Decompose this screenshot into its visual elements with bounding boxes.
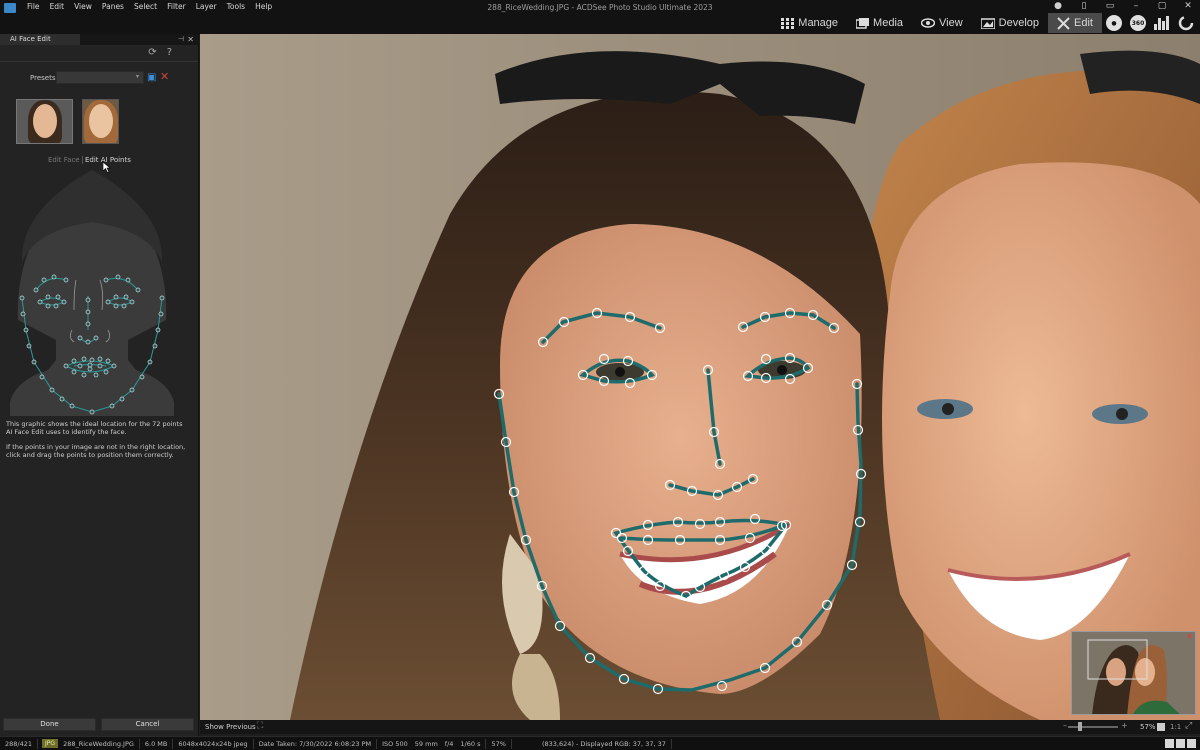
- chevron-down-icon: ▾: [135, 73, 139, 80]
- histogram-icon[interactable]: [1154, 16, 1170, 30]
- media-icon: [856, 17, 870, 29]
- status-dimensions: 6048x4024x24b jpeg: [173, 738, 254, 749]
- face-landmark-diagram: [10, 170, 174, 416]
- done-button[interactable]: Done: [3, 718, 96, 731]
- help-text-line-2: If the points in your image are not in t…: [6, 443, 186, 459]
- tab-edit-label: Edit: [1074, 17, 1093, 29]
- viewer-toolbar: Show Previous ⛶ – + 57% 1:1 ⤢: [200, 720, 1200, 734]
- status-focal: 59 mm: [414, 739, 438, 748]
- window-title: 288_RiceWedding.JPG - ACDSee Photo Studi…: [487, 3, 713, 12]
- status-date-taken: Date Taken: 7/30/2022 6:08:23 PM: [254, 738, 378, 749]
- title-bar: File Edit View Panes Select Filter Layer…: [0, 0, 1200, 34]
- cancel-button[interactable]: Cancel: [101, 718, 194, 731]
- maximize-icon[interactable]: ▢: [1156, 1, 1168, 11]
- save-preset-icon[interactable]: ▣: [147, 72, 156, 83]
- image-viewer[interactable]: ✕: [200, 34, 1200, 720]
- tab-media-label: Media: [873, 17, 904, 29]
- tab-media[interactable]: Media: [847, 13, 912, 33]
- zoom-out-icon[interactable]: –: [1063, 721, 1067, 730]
- minimize-icon[interactable]: –: [1130, 1, 1142, 11]
- panel-close-icon[interactable]: ✕: [187, 34, 194, 45]
- status-filesize: 6.0 MB: [140, 738, 174, 749]
- tab-manage-label: Manage: [798, 17, 839, 29]
- edit-face-link[interactable]: Edit Face: [48, 156, 80, 164]
- file-format-badge: JPG: [42, 739, 59, 748]
- panel-tab-ai-face-edit[interactable]: AI Face Edit: [0, 34, 80, 45]
- photo-canvas: [200, 34, 1200, 720]
- status-iso: ISO 500: [382, 739, 408, 748]
- presets-label: Presets: [30, 74, 56, 82]
- pin-icon[interactable]: ⊣: [178, 34, 184, 45]
- thumb-face: [32, 104, 57, 138]
- status-pixel-info: (833,624) - Displayed RGB: 37, 37, 37: [512, 738, 672, 749]
- status-shutter: 1/60 s: [455, 738, 487, 749]
- help-text: This graphic shows the ideal location fo…: [6, 420, 190, 466]
- navigator-preview: [1072, 632, 1195, 714]
- zoom-in-icon[interactable]: +: [1121, 721, 1128, 730]
- status-zoom: 57%: [486, 738, 512, 749]
- actual-size-button[interactable]: 1:1: [1170, 723, 1181, 731]
- status-index: 288/421: [0, 738, 39, 749]
- face-thumbnail-1[interactable]: [16, 99, 73, 144]
- reset-icon[interactable]: ⟳: [148, 47, 156, 58]
- sidebar-icon[interactable]: ▯: [1078, 1, 1090, 11]
- zoom-slider[interactable]: [1068, 726, 1118, 728]
- grid-view-icon[interactable]: [1165, 739, 1174, 748]
- zoom-slider-handle[interactable]: [1078, 722, 1082, 731]
- thumb-face: [88, 104, 113, 138]
- fit-screen-icon[interactable]: ⛶: [257, 721, 263, 731]
- show-previous-button[interactable]: Show Previous: [205, 723, 256, 731]
- info-icon[interactable]: [1176, 739, 1185, 748]
- status-filename: 288_RiceWedding.JPG: [58, 738, 140, 749]
- window-controls: ● ▯ ▭ – ▢ ✕: [1052, 1, 1194, 11]
- face-thumbnail-2[interactable]: [82, 99, 119, 144]
- help-text-line-1: This graphic shows the ideal location fo…: [6, 420, 183, 436]
- edit-tools-icon: [1057, 16, 1070, 30]
- ai-face-edit-panel: AI Face Edit ⊣ ✕ ⟳ ? Presets ▾ ▣ ✕ Edit …: [0, 34, 199, 736]
- refresh-mode-icon[interactable]: [1178, 15, 1194, 31]
- tab-develop-label: Develop: [998, 17, 1040, 29]
- user-icon[interactable]: ●: [1052, 1, 1064, 11]
- status-icons: [1165, 739, 1196, 748]
- navigator-close-icon[interactable]: ✕: [1186, 632, 1193, 641]
- tab-edit[interactable]: Edit: [1048, 13, 1102, 33]
- status-bar: 288/421 JPG 288_RiceWedding.JPG 6.0 MB 6…: [0, 736, 1200, 750]
- people-icon[interactable]: ●: [1106, 15, 1122, 31]
- zoom-dropdown[interactable]: [1157, 723, 1165, 731]
- zoom-level: 57%: [1140, 723, 1156, 731]
- 360-icon[interactable]: 360: [1130, 15, 1146, 31]
- panel-tab-bar: AI Face Edit ⊣ ✕: [0, 34, 198, 45]
- check-icon[interactable]: [1187, 739, 1196, 748]
- navigator-thumbnail[interactable]: ✕: [1071, 631, 1196, 715]
- expand-icon[interactable]: ⤢: [1185, 721, 1192, 731]
- close-icon[interactable]: ✕: [1182, 1, 1194, 11]
- tab-view[interactable]: View: [912, 13, 972, 33]
- mode-tabs: Manage Media View Develop Edit ● 360: [772, 13, 1200, 33]
- divider: [0, 61, 198, 62]
- tab-develop[interactable]: Develop: [972, 13, 1048, 33]
- grid-icon: [781, 17, 795, 29]
- eye-icon: [921, 18, 936, 28]
- delete-preset-icon[interactable]: ✕: [160, 70, 169, 83]
- panel-tools: ⟳ ?: [148, 47, 172, 58]
- tab-view-label: View: [939, 17, 963, 29]
- tab-manage[interactable]: Manage: [772, 13, 847, 33]
- develop-icon: [980, 17, 995, 29]
- presets-dropdown[interactable]: ▾: [56, 71, 144, 84]
- status-aperture: f/4: [444, 739, 454, 748]
- help-icon[interactable]: ?: [167, 47, 172, 58]
- layout-icon[interactable]: ▭: [1104, 1, 1116, 11]
